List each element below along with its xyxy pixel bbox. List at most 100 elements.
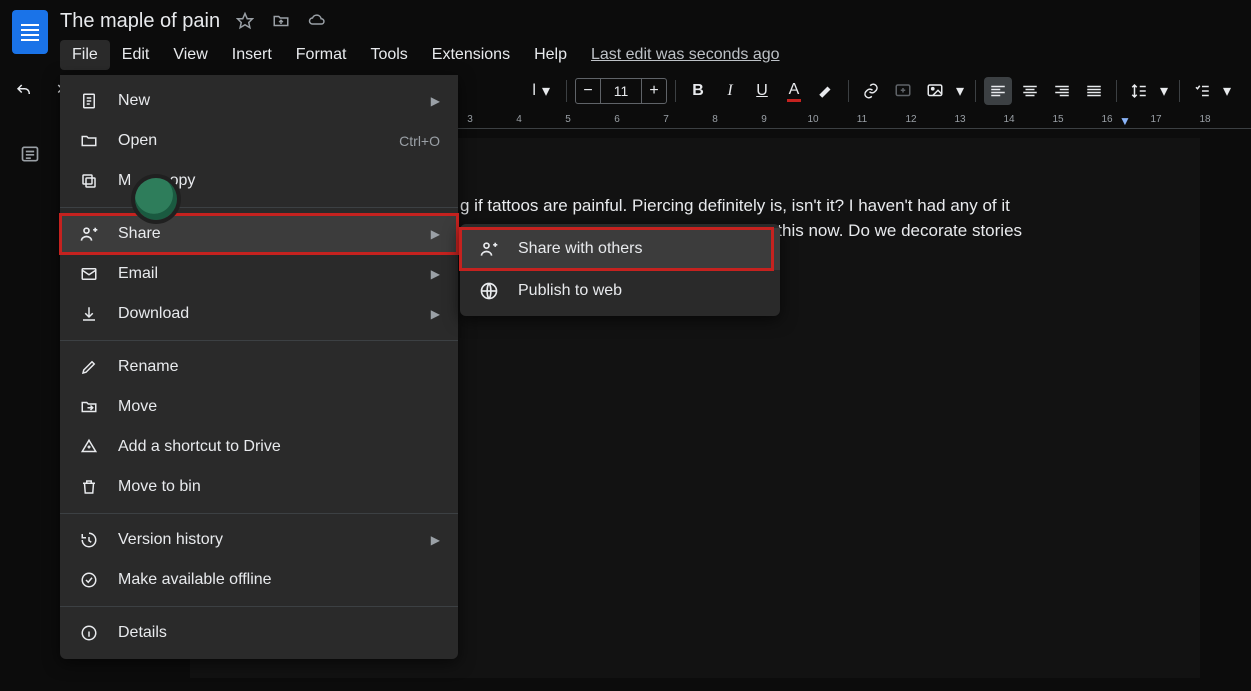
underline-button[interactable]: U — [748, 77, 776, 105]
ruler-number: 12 — [905, 114, 916, 125]
font-family-select[interactable]: l ▾ — [478, 77, 558, 105]
file-menu-email[interactable]: Email ▶ — [60, 254, 458, 294]
align-justify-button[interactable] — [1080, 77, 1108, 105]
highlight-button[interactable] — [812, 77, 840, 105]
collaborator-avatar[interactable] — [135, 178, 177, 220]
line-spacing-caret[interactable]: ▾ — [1157, 77, 1171, 105]
align-left-button[interactable] — [984, 77, 1012, 105]
submenu-caret-icon: ▶ — [431, 307, 440, 321]
file-menu-version-history[interactable]: Version history ▶ — [60, 520, 458, 560]
file-menu-new[interactable]: New ▶ — [60, 81, 458, 121]
file-menu-move[interactable]: Move — [60, 387, 458, 427]
ruler-number: 4 — [516, 114, 522, 125]
menu-item-label: New — [118, 92, 413, 110]
ruler-number: 14 — [1003, 114, 1014, 125]
menu-edit[interactable]: Edit — [110, 40, 162, 70]
toolbar-separator — [1116, 80, 1117, 102]
toolbar-separator — [975, 80, 976, 102]
menu-file[interactable]: File — [60, 40, 110, 70]
checklist-button[interactable] — [1188, 77, 1216, 105]
document-title[interactable]: The maple of pain — [60, 10, 220, 33]
file-menu-move-to-bin[interactable]: Move to bin — [60, 467, 458, 507]
align-right-button[interactable] — [1048, 77, 1076, 105]
align-center-button[interactable] — [1016, 77, 1044, 105]
menu-tools[interactable]: Tools — [358, 40, 419, 70]
insert-image-button[interactable] — [921, 77, 949, 105]
bold-button[interactable]: B — [684, 77, 712, 105]
move-icon — [78, 396, 100, 418]
pencil-icon — [78, 356, 100, 378]
info-icon — [78, 622, 100, 644]
font-family-label: l — [532, 82, 536, 100]
insert-comment-button[interactable] — [889, 77, 917, 105]
file-menu-download[interactable]: Download ▶ — [60, 294, 458, 334]
document-outline-toggle[interactable] — [16, 140, 44, 168]
menu-item-label: Move — [118, 398, 440, 416]
dropdown-caret-icon: ▾ — [542, 81, 550, 101]
share-person-icon — [78, 223, 100, 245]
undo-button[interactable] — [10, 77, 38, 105]
file-menu-make-copy[interactable]: Make copy — [60, 161, 458, 201]
menu-insert[interactable]: Insert — [220, 40, 284, 70]
insert-link-button[interactable] — [857, 77, 885, 105]
font-size-decrease[interactable]: − — [575, 78, 601, 104]
submenu-item-label: Publish to web — [518, 282, 622, 300]
file-menu-dropdown: New ▶ Open Ctrl+O Make copy Share ▶ Emai… — [60, 75, 458, 659]
image-dropdown-caret[interactable]: ▾ — [953, 77, 967, 105]
toolbar-separator — [848, 80, 849, 102]
share-with-others[interactable]: Share with others — [460, 228, 780, 270]
share-person-icon — [478, 238, 500, 260]
menu-help[interactable]: Help — [522, 40, 579, 70]
ruler-number: 11 — [857, 114, 867, 125]
ruler-number: 9 — [761, 114, 767, 125]
font-size-increase[interactable]: + — [641, 78, 667, 104]
star-icon[interactable] — [234, 10, 256, 32]
cloud-status-icon[interactable] — [306, 10, 328, 32]
email-icon — [78, 263, 100, 285]
docs-app-icon[interactable] — [12, 10, 48, 54]
italic-button[interactable]: I — [716, 77, 744, 105]
menu-item-label: Add a shortcut to Drive — [118, 438, 440, 456]
file-menu-add-shortcut[interactable]: Add a shortcut to Drive — [60, 427, 458, 467]
menu-item-label: Email — [118, 265, 413, 283]
more-tools-caret[interactable]: ▾ — [1220, 77, 1234, 105]
menu-format[interactable]: Format — [284, 40, 359, 70]
menu-item-label: Download — [118, 305, 413, 323]
text-color-button[interactable]: A — [780, 77, 808, 105]
publish-to-web[interactable]: Publish to web — [460, 270, 780, 312]
submenu-caret-icon: ▶ — [431, 533, 440, 547]
share-submenu: Share with others Publish to web — [460, 224, 780, 316]
menu-extensions[interactable]: Extensions — [420, 40, 522, 70]
font-size-value[interactable]: 11 — [601, 78, 641, 104]
submenu-caret-icon: ▶ — [431, 94, 440, 108]
ruler-indent-marker[interactable]: ▼ — [1119, 114, 1131, 128]
menu-item-label: Share — [118, 225, 413, 243]
menu-separator — [60, 606, 458, 607]
menu-item-label: Make available offline — [118, 571, 440, 589]
toolbar-separator — [566, 80, 567, 102]
menu-item-label: Rename — [118, 358, 440, 376]
menu-item-label: Details — [118, 624, 440, 642]
file-menu-share[interactable]: Share ▶ — [60, 214, 458, 254]
file-menu-offline[interactable]: Make available offline — [60, 560, 458, 600]
ruler-number: 18 — [1199, 114, 1210, 125]
menu-separator — [60, 340, 458, 341]
ruler-number: 7 — [663, 114, 669, 125]
ruler-number: 6 — [614, 114, 620, 125]
submenu-caret-icon: ▶ — [431, 267, 440, 281]
line-spacing-button[interactable] — [1125, 77, 1153, 105]
last-edit-link[interactable]: Last edit was seconds ago — [591, 46, 780, 64]
file-menu-details[interactable]: Details — [60, 613, 458, 653]
menu-item-label: Move to bin — [118, 478, 440, 496]
move-folder-icon[interactable] — [270, 10, 292, 32]
submenu-caret-icon: ▶ — [431, 227, 440, 241]
file-menu-rename[interactable]: Rename — [60, 347, 458, 387]
file-menu-open[interactable]: Open Ctrl+O — [60, 121, 458, 161]
globe-icon — [478, 280, 500, 302]
menu-item-label: Open — [118, 132, 381, 150]
ruler-number: 8 — [712, 114, 718, 125]
doc-line: g if tattoos are painful. Piercing defin… — [460, 194, 1180, 219]
menu-view[interactable]: View — [161, 40, 219, 70]
ruler-number: 5 — [565, 114, 571, 125]
new-file-icon — [78, 90, 100, 112]
